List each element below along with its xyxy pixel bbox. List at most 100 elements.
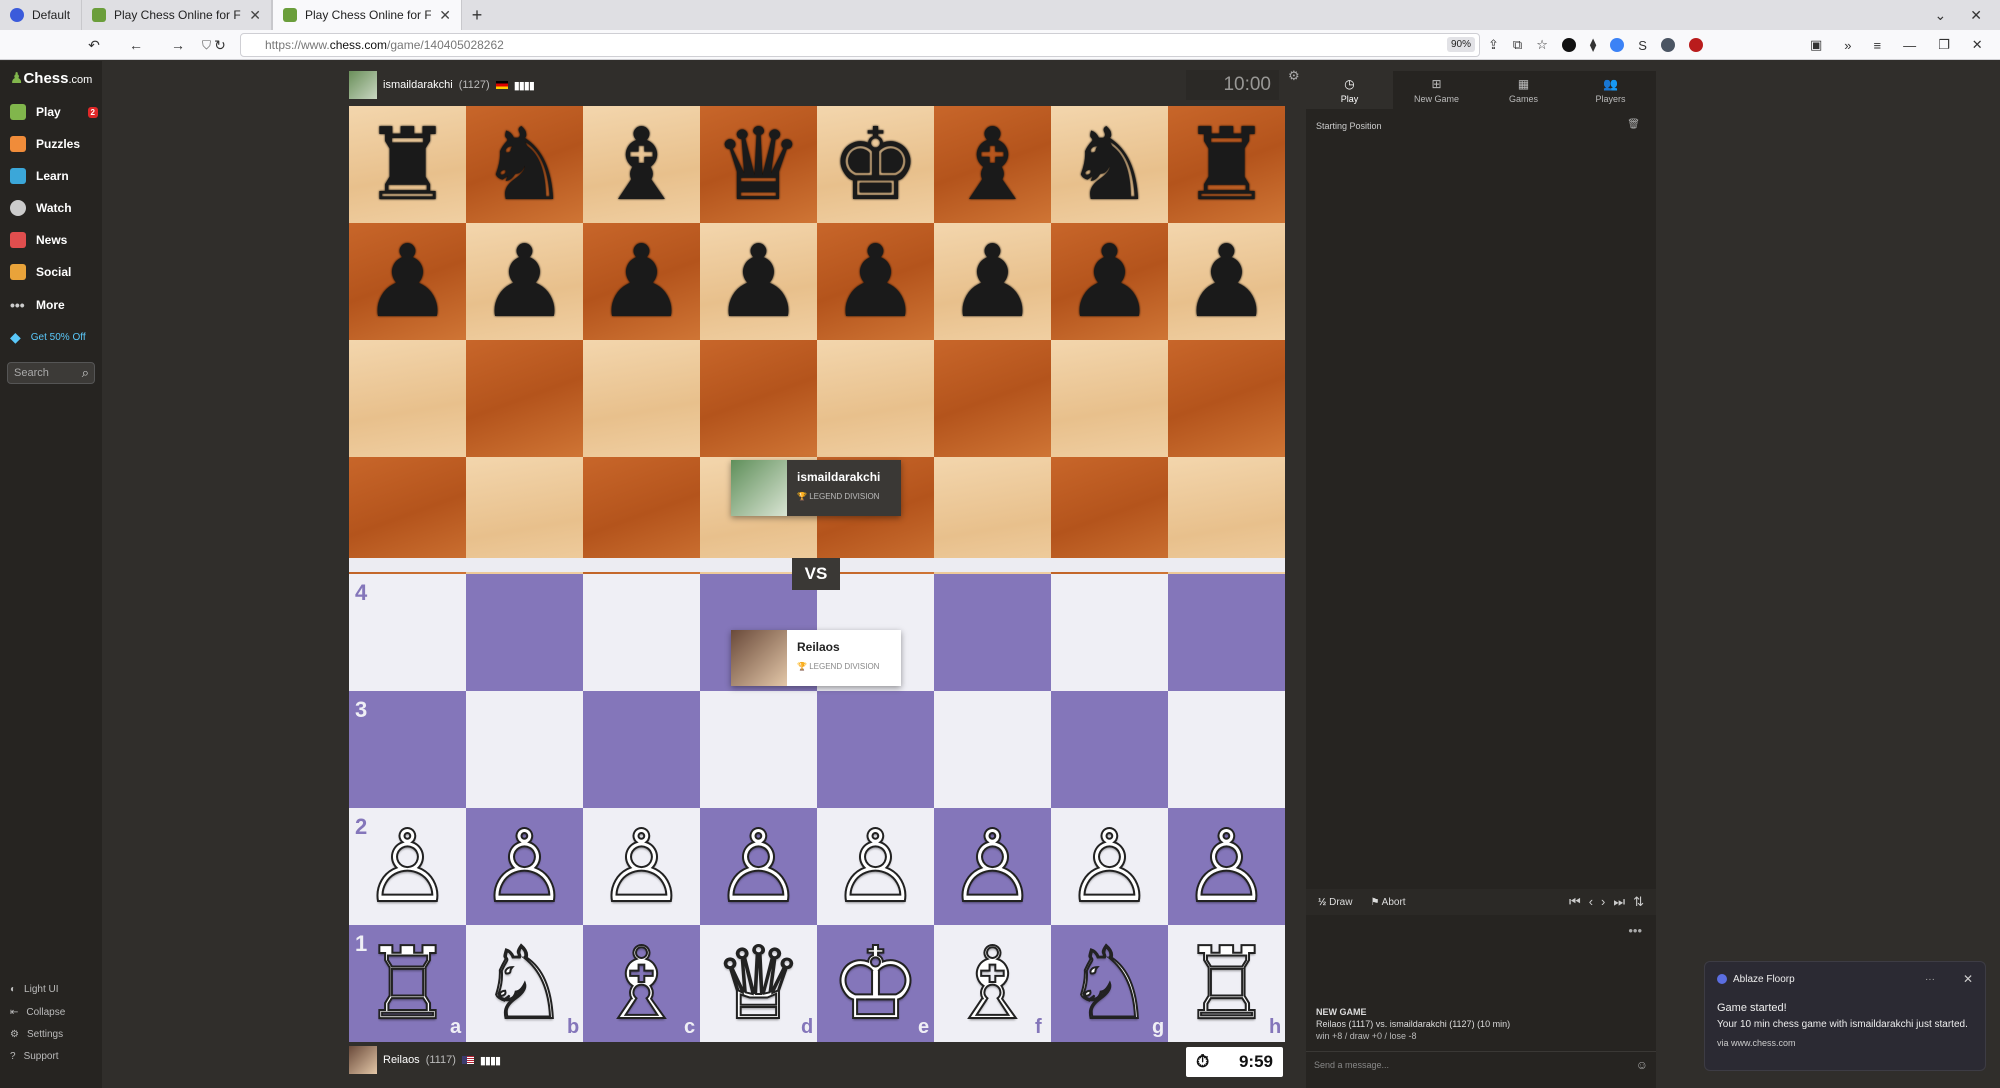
- prev-move-icon[interactable]: ‹: [1589, 894, 1593, 910]
- board-square[interactable]: [934, 691, 1051, 808]
- white-pawn-piece[interactable]: ♙: [1168, 808, 1285, 925]
- board-settings-gear-icon[interactable]: ⚙: [1288, 68, 1300, 84]
- black-pawn-piece[interactable]: ♟: [1051, 223, 1168, 340]
- black-pawn-piece[interactable]: ♟: [583, 223, 700, 340]
- extensions-puzzle-icon[interactable]: ⧫: [1590, 37, 1596, 53]
- black-queen-piece[interactable]: ♛: [700, 106, 817, 223]
- tab-chess-2-active[interactable]: Play Chess Online for FREE - 2 Pl ✕: [272, 0, 462, 30]
- sidebar-item-puzzles[interactable]: Puzzles: [10, 136, 98, 152]
- black-king-piece[interactable]: ♚: [817, 106, 934, 223]
- board-square[interactable]: [583, 340, 700, 457]
- shield-icon[interactable]: ⛉: [202, 38, 211, 53]
- sidebar-support[interactable]: ? Support: [10, 1051, 59, 1062]
- trash-icon[interactable]: 🗑: [1627, 119, 1640, 130]
- board-square[interactable]: [349, 457, 466, 574]
- sidebar-item-watch[interactable]: Watch: [10, 200, 98, 216]
- board-square[interactable]: [1051, 457, 1168, 574]
- black-rook-piece[interactable]: ♜: [1168, 106, 1285, 223]
- notification-more-icon[interactable]: ···: [1925, 974, 1935, 985]
- zoom-level[interactable]: 90%: [1446, 37, 1475, 52]
- extension-ublock-icon[interactable]: [1688, 38, 1703, 52]
- white-pawn-piece[interactable]: ♙: [700, 808, 817, 925]
- url-bar[interactable]: https://www. chess.com/game/140405028262 …: [240, 33, 1480, 57]
- next-move-icon[interactable]: ›: [1601, 894, 1605, 910]
- close-window-icon[interactable]: ✕: [1972, 37, 1983, 53]
- black-pawn-piece[interactable]: ♟: [349, 223, 466, 340]
- chevron-down-icon[interactable]: ⌄: [1935, 7, 1947, 24]
- board-square[interactable]: [817, 691, 934, 808]
- black-pawn-piece[interactable]: ♟: [700, 223, 817, 340]
- tab-default[interactable]: Default: [0, 0, 82, 30]
- screenshot-icon[interactable]: ⧉: [1513, 37, 1522, 53]
- white-pawn-piece[interactable]: ♙: [1051, 808, 1168, 925]
- black-pawn-piece[interactable]: ♟: [466, 223, 583, 340]
- board-square[interactable]: [817, 340, 934, 457]
- flip-board-icon[interactable]: ⇅: [1633, 894, 1644, 910]
- tab-players[interactable]: 👥 Players: [1567, 71, 1654, 109]
- board-square[interactable]: [934, 340, 1051, 457]
- sidebar-item-more[interactable]: ••• More: [10, 297, 98, 313]
- board-square[interactable]: [466, 457, 583, 574]
- black-pawn-piece[interactable]: ♟: [1168, 223, 1285, 340]
- sidebar-item-play[interactable]: Play 2: [10, 104, 98, 120]
- restore-icon[interactable]: ❐: [1938, 37, 1950, 53]
- board-square[interactable]: [1051, 340, 1168, 457]
- tab-chess-1[interactable]: Play Chess Online for FREE - 2 Pl ✕: [82, 0, 272, 30]
- board-square[interactable]: [349, 340, 466, 457]
- first-move-icon[interactable]: ⏮: [1569, 894, 1581, 910]
- tab-play[interactable]: ◷ Play: [1306, 71, 1393, 109]
- close-tab-icon[interactable]: ✕: [439, 7, 451, 24]
- extension-m-icon[interactable]: [1561, 38, 1576, 52]
- black-bishop-piece[interactable]: ♝: [583, 106, 700, 223]
- overflow-chevrons-icon[interactable]: »: [1844, 38, 1851, 53]
- player-name[interactable]: ismaildarakchi: [383, 79, 453, 91]
- white-knight-piece[interactable]: ♘: [1051, 925, 1168, 1042]
- tab-games[interactable]: ▦ Games: [1480, 71, 1567, 109]
- sidebar-item-promo[interactable]: ◆ Get 50% Off: [10, 329, 98, 346]
- board-square[interactable]: [1168, 457, 1285, 574]
- board-square[interactable]: [1051, 574, 1168, 691]
- hamburger-menu-icon[interactable]: ≡: [1874, 38, 1882, 53]
- board-square[interactable]: [583, 691, 700, 808]
- board-square[interactable]: [1168, 691, 1285, 808]
- sidebar-light-ui[interactable]: ◐ Light UI: [10, 984, 59, 995]
- board-square[interactable]: [700, 691, 817, 808]
- search-icon[interactable]: ⌕: [82, 365, 89, 381]
- tab-new-game[interactable]: ⊞ New Game: [1393, 71, 1480, 109]
- extension-shield-icon[interactable]: [1660, 38, 1675, 52]
- black-bishop-piece[interactable]: ♝: [934, 106, 1051, 223]
- close-tab-icon[interactable]: ✕: [249, 7, 261, 24]
- avatar[interactable]: [349, 71, 377, 99]
- notification-toast[interactable]: Ablaze Floorp ··· ✕ Game started! Your 1…: [1704, 961, 1986, 1071]
- extension-blue-icon[interactable]: [1610, 38, 1625, 52]
- board-square[interactable]: [466, 691, 583, 808]
- player-name[interactable]: Reilaos: [383, 1054, 420, 1066]
- black-knight-piece[interactable]: ♞: [1051, 106, 1168, 223]
- board-square[interactable]: [700, 340, 817, 457]
- forward-icon[interactable]: →: [164, 37, 192, 53]
- share-icon[interactable]: ⇪: [1488, 37, 1499, 53]
- board-square[interactable]: [1168, 574, 1285, 691]
- black-rook-piece[interactable]: ♜: [349, 106, 466, 223]
- abort-button[interactable]: ⚑ Abort: [1370, 897, 1405, 908]
- sidebar-item-news[interactable]: News: [10, 232, 98, 248]
- sidebar-item-social[interactable]: Social: [10, 264, 98, 280]
- bookmark-star-icon[interactable]: ☆: [1536, 37, 1548, 53]
- avatar[interactable]: [349, 1046, 377, 1074]
- board-square[interactable]: [1051, 691, 1168, 808]
- extension-s-icon[interactable]: S: [1638, 38, 1647, 53]
- white-king-piece[interactable]: ♔: [817, 925, 934, 1042]
- close-icon[interactable]: ✕: [1963, 972, 1973, 986]
- black-pawn-piece[interactable]: ♟: [934, 223, 1051, 340]
- white-bishop-piece[interactable]: ♗: [583, 925, 700, 1042]
- white-rook-piece[interactable]: ♖: [1168, 925, 1285, 1042]
- draw-button[interactable]: ½ Draw: [1318, 897, 1352, 908]
- undo-close-icon[interactable]: ↶: [80, 37, 108, 54]
- board-square[interactable]: [583, 574, 700, 691]
- white-pawn-piece[interactable]: ♙: [583, 808, 700, 925]
- sidebar-settings[interactable]: ⚙ Settings: [10, 1029, 63, 1040]
- sidebar-collapse[interactable]: ⇤ Collapse: [10, 1007, 65, 1018]
- minimize-icon[interactable]: —: [1903, 38, 1916, 53]
- window-close-icon[interactable]: ✕: [1970, 7, 1982, 24]
- board-square[interactable]: [934, 574, 1051, 691]
